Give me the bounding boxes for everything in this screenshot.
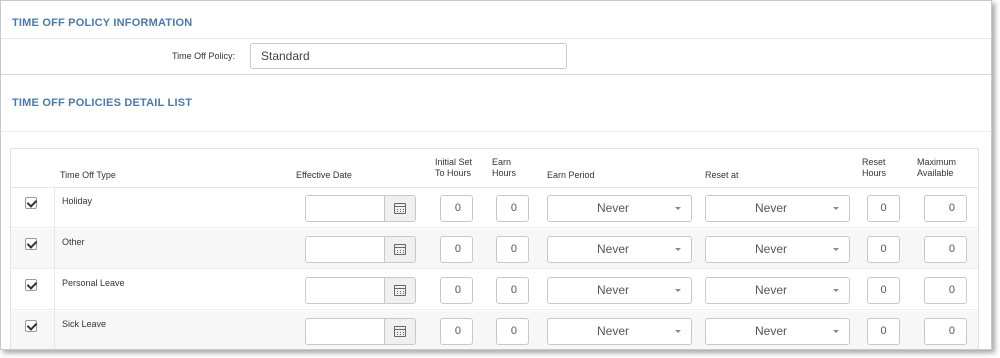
header-max-available-line2: Available bbox=[917, 168, 954, 178]
time-off-type: Personal Leave bbox=[62, 278, 125, 288]
section-title: TIME OFF POLICY INFORMATION bbox=[12, 17, 193, 29]
reset-at-value: Never bbox=[754, 283, 787, 297]
header-max-available-line1: Maximum bbox=[917, 157, 957, 167]
effective-date-input[interactable] bbox=[305, 195, 416, 222]
header-earn-hours-line1: Earn bbox=[492, 157, 512, 167]
calendar-icon bbox=[394, 203, 406, 214]
date-picker-button[interactable] bbox=[384, 196, 415, 221]
checkbox-checked-icon[interactable] bbox=[25, 238, 37, 250]
table-row: Personal Leave 0 0 Never Never 0 0 bbox=[11, 270, 978, 310]
table-row: Sick Leave 0 0 Never Never 0 0 bbox=[11, 311, 978, 349]
reset-hours-input[interactable]: 0 bbox=[867, 277, 900, 304]
header-max-available: Maximum Available bbox=[917, 157, 956, 179]
max-available-input[interactable]: 0 bbox=[924, 236, 967, 263]
checkbox-checked-icon[interactable] bbox=[25, 320, 37, 332]
reset-hours-input[interactable]: 0 bbox=[867, 195, 900, 222]
table-row: Other 0 0 Never Never 0 0 bbox=[11, 229, 978, 269]
header-initial-set-line1: Initial Set bbox=[435, 157, 473, 167]
header-earn-period: Earn Period bbox=[547, 170, 595, 180]
initial-set-input[interactable]: 0 bbox=[440, 277, 473, 304]
section-header-detail-list: TIME OFF POLICIES DETAIL LIST bbox=[1, 76, 991, 132]
calendar-icon bbox=[394, 326, 406, 337]
column-divider bbox=[54, 188, 55, 228]
calendar-icon bbox=[394, 285, 406, 296]
earn-period-value: Never bbox=[596, 283, 629, 297]
policy-panel: TIME OFF POLICY INFORMATION Time Off Pol… bbox=[0, 0, 992, 350]
earn-hours-input[interactable]: 0 bbox=[496, 318, 529, 345]
reset-at-value: Never bbox=[754, 242, 787, 256]
header-effective-date: Effective Date bbox=[296, 170, 352, 180]
reset-at-select[interactable]: Never bbox=[705, 277, 850, 304]
reset-at-select[interactable]: Never bbox=[705, 318, 850, 345]
time-off-type: Other bbox=[62, 237, 85, 247]
date-picker-button[interactable] bbox=[384, 278, 415, 303]
reset-at-value: Never bbox=[754, 324, 787, 338]
max-available-input[interactable]: 0 bbox=[924, 277, 967, 304]
table-row: Holiday 0 0 Never Never 0 0 bbox=[11, 188, 978, 228]
time-off-type: Sick Leave bbox=[62, 319, 107, 329]
calendar-icon bbox=[394, 244, 406, 255]
header-reset-hours-line1: Reset bbox=[862, 157, 886, 167]
reset-at-select[interactable]: Never bbox=[705, 236, 850, 263]
effective-date-input[interactable] bbox=[305, 318, 416, 345]
earn-period-value: Never bbox=[596, 242, 629, 256]
max-available-input[interactable]: 0 bbox=[924, 195, 967, 222]
checkbox-checked-icon[interactable] bbox=[25, 279, 37, 291]
reset-at-select[interactable]: Never bbox=[705, 195, 850, 222]
chevron-down-icon bbox=[833, 207, 839, 210]
earn-hours-input[interactable]: 0 bbox=[496, 195, 529, 222]
column-divider bbox=[54, 229, 55, 269]
checkbox-checked-icon[interactable] bbox=[25, 197, 37, 209]
effective-date-input[interactable] bbox=[305, 277, 416, 304]
effective-date-input[interactable] bbox=[305, 236, 416, 263]
earn-period-value: Never bbox=[596, 201, 629, 215]
earn-period-select[interactable]: Never bbox=[547, 318, 692, 345]
reset-hours-input[interactable]: 0 bbox=[867, 318, 900, 345]
header-reset-at: Reset at bbox=[705, 170, 739, 180]
chevron-down-icon bbox=[833, 289, 839, 292]
time-off-type: Holiday bbox=[62, 196, 93, 206]
header-reset-hours: Reset Hours bbox=[862, 157, 886, 179]
policy-input[interactable]: Standard bbox=[250, 43, 567, 69]
earn-period-value: Never bbox=[596, 324, 629, 338]
chevron-down-icon bbox=[675, 289, 681, 292]
section-header-policy-info: TIME OFF POLICY INFORMATION bbox=[1, 1, 991, 39]
earn-hours-input[interactable]: 0 bbox=[496, 236, 529, 263]
header-reset-hours-line2: Hours bbox=[862, 168, 887, 178]
header-initial-set-line2: To Hours bbox=[435, 168, 472, 178]
chevron-down-icon bbox=[675, 248, 681, 251]
chevron-down-icon bbox=[833, 330, 839, 333]
detail-table: Time Off Type Effective Date Initial Set… bbox=[10, 148, 979, 349]
section-title: TIME OFF POLICIES DETAIL LIST bbox=[12, 97, 193, 109]
initial-set-input[interactable]: 0 bbox=[440, 236, 473, 263]
header-initial-set: Initial Set To Hours bbox=[435, 157, 472, 179]
earn-period-select[interactable]: Never bbox=[547, 195, 692, 222]
reset-at-value: Never bbox=[754, 201, 787, 215]
earn-period-select[interactable]: Never bbox=[547, 277, 692, 304]
header-time-off-type: Time Off Type bbox=[60, 170, 116, 180]
initial-set-input[interactable]: 0 bbox=[440, 318, 473, 345]
initial-set-input[interactable]: 0 bbox=[440, 195, 473, 222]
column-divider bbox=[54, 311, 55, 349]
header-earn-hours-line2: Hours bbox=[492, 168, 517, 178]
header-earn-hours: Earn Hours bbox=[492, 157, 516, 179]
date-picker-button[interactable] bbox=[384, 319, 415, 344]
policy-field-row: Time Off Policy: Standard bbox=[1, 39, 991, 75]
earn-period-select[interactable]: Never bbox=[547, 236, 692, 263]
max-available-input[interactable]: 0 bbox=[924, 318, 967, 345]
reset-hours-input[interactable]: 0 bbox=[867, 236, 900, 263]
chevron-down-icon bbox=[675, 330, 681, 333]
earn-hours-input[interactable]: 0 bbox=[496, 277, 529, 304]
date-picker-button[interactable] bbox=[384, 237, 415, 262]
column-divider bbox=[54, 270, 55, 310]
policy-label: Time Off Policy: bbox=[171, 51, 235, 61]
chevron-down-icon bbox=[675, 207, 681, 210]
chevron-down-icon bbox=[833, 248, 839, 251]
table-header-row: Time Off Type Effective Date Initial Set… bbox=[11, 149, 978, 188]
